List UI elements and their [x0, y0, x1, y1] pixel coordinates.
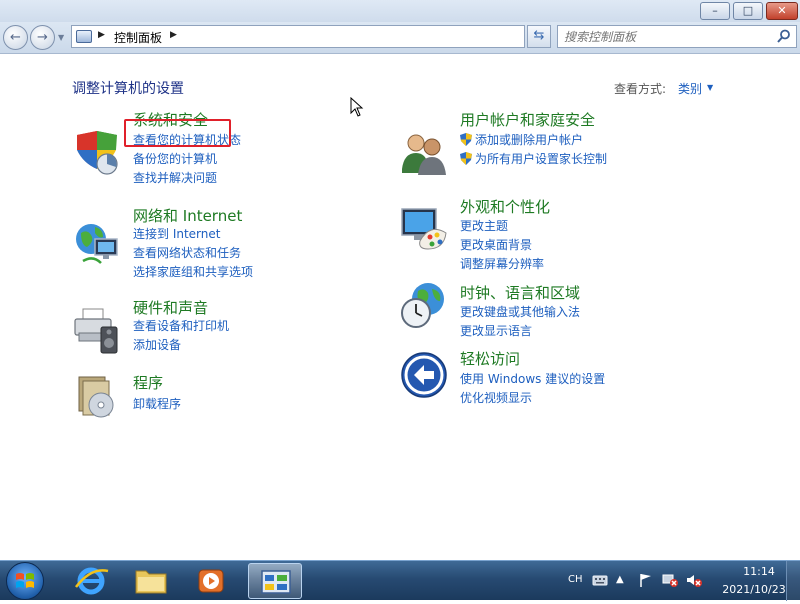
- chevron-right-icon[interactable]: ▶: [170, 30, 177, 40]
- internet-explorer-icon: [75, 567, 109, 595]
- system-tray: CH ▲ 11:14 2021/10/23: [560, 561, 800, 601]
- highlight-box: [124, 119, 231, 147]
- control-panel-icon: [261, 570, 291, 594]
- link-add-device[interactable]: 添加设备: [133, 336, 181, 353]
- network-disconnected-icon[interactable]: [662, 573, 678, 587]
- link-connect-internet[interactable]: 连接到 Internet: [133, 225, 220, 242]
- taskbar-internet-explorer[interactable]: [64, 563, 118, 599]
- link-backup-computer[interactable]: 备份您的计算机: [133, 150, 217, 167]
- uac-shield-icon: [460, 152, 472, 165]
- address-bar[interactable]: ▶ 控制面板 ▶ ▼: [71, 25, 587, 48]
- link-optimize-video-display[interactable]: 优化视频显示: [460, 389, 532, 406]
- link-parental-controls[interactable]: 为所有用户设置家长控制: [460, 150, 607, 167]
- clock-globe-icon: [401, 283, 444, 328]
- link-uninstall-program[interactable]: 卸载程序: [133, 395, 181, 412]
- search-input[interactable]: [562, 28, 772, 45]
- mouse-cursor-icon: [350, 97, 364, 117]
- link-display-language[interactable]: 更改显示语言: [460, 322, 532, 339]
- forward-button[interactable]: →: [30, 25, 55, 50]
- category-title[interactable]: 硬件和声音: [133, 297, 208, 318]
- back-button[interactable]: ←: [3, 25, 28, 50]
- network-globe-icon: [76, 224, 118, 264]
- shield-chart-icon: [77, 131, 118, 175]
- category-title[interactable]: 网络和 Internet: [133, 205, 242, 226]
- start-button[interactable]: [6, 562, 44, 600]
- taskbar-file-explorer[interactable]: [124, 563, 178, 599]
- category-title[interactable]: 轻松访问: [460, 348, 520, 369]
- maximize-button[interactable]: □: [733, 2, 763, 20]
- search-icon[interactable]: [777, 29, 791, 44]
- link-find-fix-problems[interactable]: 查找并解决问题: [133, 169, 217, 186]
- clock-date[interactable]: 2021/10/23: [713, 583, 795, 596]
- uac-shield-icon: [460, 133, 472, 146]
- volume-muted-icon[interactable]: [686, 573, 702, 587]
- link-desktop-background[interactable]: 更改桌面背景: [460, 236, 532, 253]
- users-icon: [402, 134, 446, 175]
- category-title[interactable]: 程序: [133, 372, 163, 393]
- link-add-remove-accounts[interactable]: 添加或删除用户帐户: [460, 131, 583, 148]
- link-label[interactable]: 添加或删除用户帐户: [475, 133, 583, 147]
- clock-time[interactable]: 11:14: [724, 565, 794, 578]
- windows-logo-icon: [16, 573, 34, 588]
- minimize-button[interactable]: –: [700, 2, 730, 20]
- media-player-icon: [198, 569, 224, 593]
- category-title[interactable]: 时钟、语言和区域: [460, 282, 580, 303]
- recent-pages-dropdown-icon[interactable]: ▼: [58, 33, 64, 42]
- chevron-down-icon[interactable]: ▼: [707, 83, 713, 92]
- ease-of-access-icon: [401, 352, 447, 398]
- control-panel-icon: [76, 30, 92, 43]
- window-titlebar[interactable]: – □ ✕: [0, 0, 800, 22]
- breadcrumb-control-panel[interactable]: 控制面板: [114, 29, 162, 46]
- refresh-button[interactable]: ⇆: [527, 25, 551, 48]
- programs-disc-icon: [78, 376, 114, 418]
- category-title[interactable]: 用户帐户和家庭安全: [460, 109, 595, 130]
- category-title[interactable]: 外观和个性化: [460, 196, 550, 217]
- navigation-bar: ← → ▼ ▶ 控制面板 ▶ ▼ ⇆: [0, 22, 800, 54]
- show-desktop-button[interactable]: [786, 561, 800, 601]
- close-button[interactable]: ✕: [766, 2, 798, 20]
- taskbar-control-panel[interactable]: [248, 563, 302, 599]
- language-indicator[interactable]: CH: [568, 574, 583, 585]
- link-windows-recommended-settings[interactable]: 使用 Windows 建议的设置: [460, 370, 605, 387]
- search-box[interactable]: [557, 25, 797, 48]
- monitor-palette-icon: [401, 208, 447, 250]
- link-change-theme[interactable]: 更改主题: [460, 217, 508, 234]
- taskbar: CH ▲ 11:14 2021/10/23: [0, 560, 800, 601]
- link-homegroup-sharing[interactable]: 选择家庭组和共享选项: [133, 263, 253, 280]
- page-title: 调整计算机的设置: [72, 81, 184, 97]
- link-screen-resolution[interactable]: 调整屏幕分辨率: [460, 255, 544, 272]
- view-by-label: 查看方式:: [614, 82, 667, 96]
- control-panel-content: 调整计算机的设置 查看方式: 类别 ▼ 系统和安全 查看您的计算机状态 备份您的…: [0, 55, 800, 560]
- link-devices-printers[interactable]: 查看设备和打印机: [133, 317, 229, 334]
- action-center-flag-icon[interactable]: [638, 573, 654, 587]
- link-network-status[interactable]: 查看网络状态和任务: [133, 244, 241, 261]
- view-by-dropdown[interactable]: 类别: [678, 80, 702, 97]
- chevron-right-icon[interactable]: ▶: [98, 30, 105, 40]
- printer-speaker-icon: [74, 308, 118, 354]
- folder-icon: [135, 570, 167, 594]
- link-change-input-method[interactable]: 更改键盘或其他输入法: [460, 303, 580, 320]
- keyboard-icon[interactable]: [592, 573, 608, 587]
- show-hidden-icons-icon[interactable]: ▲: [616, 574, 624, 585]
- link-label[interactable]: 为所有用户设置家长控制: [475, 152, 607, 166]
- taskbar-media-player[interactable]: [184, 563, 238, 599]
